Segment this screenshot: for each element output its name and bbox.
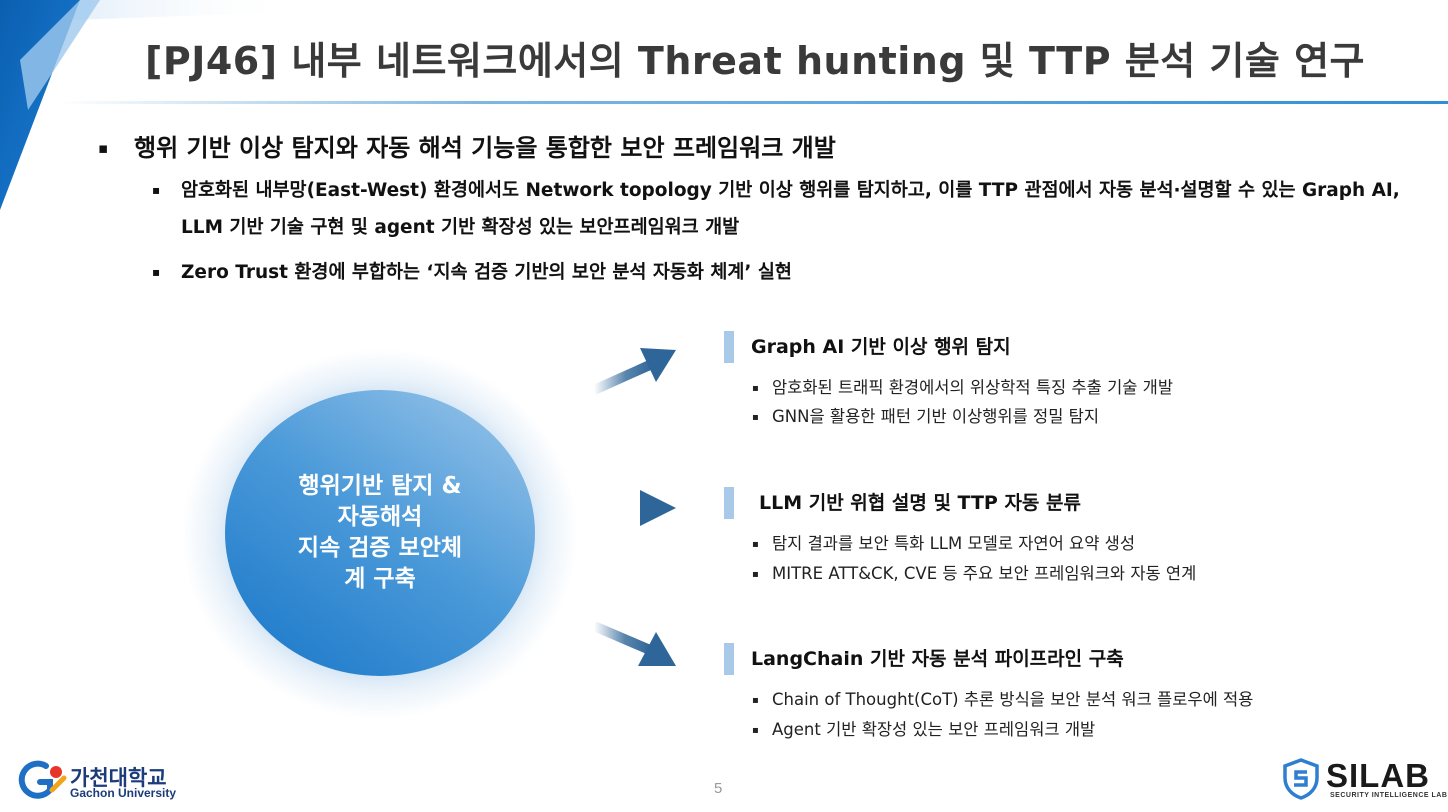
bullet-marker: ▪ xyxy=(752,695,759,706)
slide-title: [PJ46] 내부 네트워크에서의 Threat hunting 및 TTP 분… xyxy=(145,39,1365,83)
section-item-text: Agent 기반 확장성 있는 보안 프레임워크 개발 xyxy=(772,720,1096,739)
section-item-text: Chain of Thought(CoT) 추론 방식을 보안 분석 워크 플로… xyxy=(772,690,1254,709)
section-title-graph-ai: Graph AI 기반 이상 행위 탐지 xyxy=(751,336,1011,358)
section-item-text: MITRE ATT&CK, CVE 등 주요 보안 프레임워크와 자동 연계 xyxy=(772,564,1197,583)
bullet-marker: ▪ xyxy=(152,183,161,197)
page-number: 5 xyxy=(714,780,723,797)
main-bullet-text: 행위 기반 이상 탐지와 자동 해석 기능을 통합한 보안 프레임워크 개발 xyxy=(134,134,836,162)
bullet-marker: ▪ xyxy=(752,539,759,550)
bullet-marker: ▪ xyxy=(752,383,759,394)
circle-line: 계 구축 xyxy=(344,566,416,592)
section-item: ▪ GNN을 활용한 패턴 기반 이상행위를 정밀 탐지 xyxy=(752,403,1099,427)
bullet-marker: ▪ xyxy=(752,412,759,423)
sub-bullet-text: 암호화된 내부망(East-West) 환경에서도 Network topolo… xyxy=(181,180,1400,238)
section-item: ▪ Agent 기반 확장성 있는 보안 프레임워크 개발 xyxy=(752,716,1095,740)
silab-shield-icon xyxy=(1283,758,1319,800)
section-item-text: 암호화된 트래픽 환경에서의 위상학적 특징 추출 기술 개발 xyxy=(772,378,1174,397)
section-item: ▪ Chain of Thought(CoT) 추론 방식을 보안 분석 워크 플… xyxy=(752,686,1253,710)
circle-line: 지속 검증 보안체 xyxy=(297,535,463,561)
section-item-text: 탐지 결과를 보안 특화 LLM 모델로 자연어 요약 생성 xyxy=(772,534,1136,553)
section-title-llm: LLM 기반 위협 설명 및 TTP 자동 분류 xyxy=(759,492,1081,514)
bullet-marker: ▪ xyxy=(98,139,109,157)
section-item: ▪ MITRE ATT&CK, CVE 등 주요 보안 프레임워크와 자동 연계 xyxy=(752,560,1196,584)
section-marker xyxy=(724,331,734,363)
title-underline xyxy=(60,101,1448,104)
section-item: ▪ 암호화된 트래픽 환경에서의 위상학적 특징 추출 기술 개발 xyxy=(752,374,1173,398)
sub-bullet: ▪ 암호화된 내부망(East-West) 환경에서도 Network topo… xyxy=(152,172,1402,246)
university-sub: Gachon University xyxy=(70,786,177,800)
arrows-group xyxy=(591,348,676,666)
sub-bullet-text: Zero Trust 환경에 부합하는 ‘지속 검증 기반의 보안 분석 자동화… xyxy=(181,262,792,283)
section-marker xyxy=(724,487,734,519)
main-bullet: ▪ 행위 기반 이상 탐지와 자동 해석 기능을 통합한 보안 프레임워크 개발 xyxy=(98,128,1398,163)
bullet-marker: ▪ xyxy=(152,265,161,279)
bullet-marker: ▪ xyxy=(752,569,759,580)
center-circle: 행위기반 탐지 & 자동해석 지속 검증 보안체 계 구축 xyxy=(225,390,535,676)
circle-line: 행위기반 탐지 & xyxy=(298,473,462,499)
section-title-langchain: LangChain 기반 자동 분석 파이프라인 구축 xyxy=(751,648,1124,670)
bullet-marker: ▪ xyxy=(752,725,759,736)
section-item-text: GNN을 활용한 패턴 기반 이상행위를 정밀 탐지 xyxy=(772,407,1100,426)
arrow-right-icon xyxy=(594,490,676,526)
section-marker xyxy=(724,643,734,675)
arrow-down-right-icon xyxy=(592,621,676,666)
sub-bullet: ▪ Zero Trust 환경에 부합하는 ‘지속 검증 기반의 보안 분석 자… xyxy=(152,254,1402,291)
section-item: ▪ 탐지 결과를 보안 특화 LLM 모델로 자연어 요약 생성 xyxy=(752,530,1135,554)
circle-line: 자동해석 xyxy=(337,504,423,530)
lab-sub: SECURITY INTELLIGENCE LAB xyxy=(1330,792,1448,799)
lab-name: SILAB xyxy=(1326,757,1430,794)
center-circle-text: 행위기반 탐지 & 자동해석 지속 검증 보안체 계 구축 xyxy=(270,471,490,595)
arrow-up-right-icon xyxy=(591,348,676,395)
